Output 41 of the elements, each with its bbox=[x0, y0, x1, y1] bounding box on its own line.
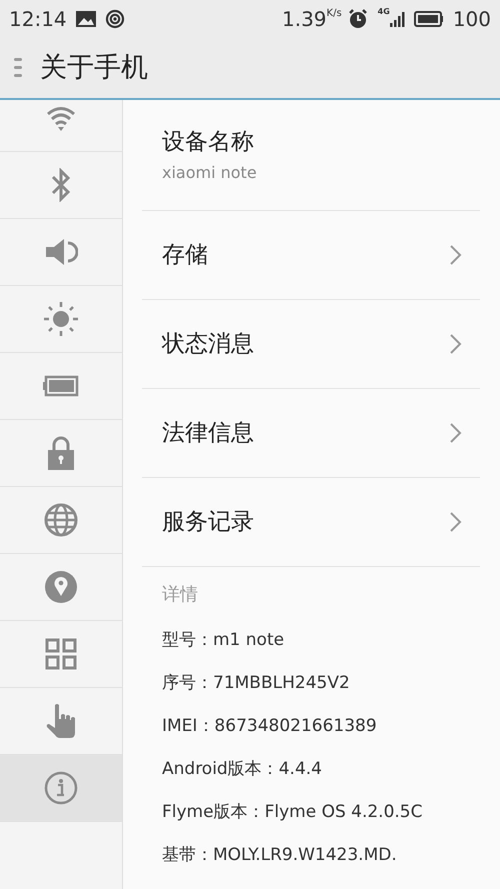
chevron-icon bbox=[450, 334, 462, 354]
sun-icon bbox=[43, 301, 79, 337]
detail-line: IMEI：867348021661389 bbox=[162, 715, 378, 738]
detail-line: 序号：71MBBLH245V2 bbox=[162, 672, 351, 695]
hotspot-icon bbox=[104, 9, 125, 29]
pointing-hand-icon bbox=[46, 703, 76, 739]
menu-icon[interactable] bbox=[14, 57, 22, 79]
sidebar-item[interactable] bbox=[0, 755, 122, 822]
alarm-icon bbox=[348, 9, 368, 29]
battery-icon bbox=[43, 375, 79, 397]
battery-status-icon bbox=[414, 11, 444, 27]
page-title: 关于手机 bbox=[40, 50, 148, 85]
signal-icon bbox=[390, 10, 406, 28]
wifi-icon bbox=[46, 105, 76, 131]
bluetooth-icon bbox=[51, 168, 71, 202]
globe-icon bbox=[44, 503, 78, 537]
info-icon bbox=[44, 771, 78, 805]
menu-row[interactable]: 状态消息 bbox=[142, 300, 480, 389]
device-name-label: 设备名称 bbox=[162, 128, 255, 157]
network-type: 4G bbox=[378, 6, 390, 18]
grid-icon bbox=[45, 638, 77, 670]
speed-unit: K/s bbox=[326, 7, 342, 21]
image-icon bbox=[74, 10, 97, 28]
detail-line: 基带：MOLY.LR9.W1423.MD. bbox=[162, 844, 398, 867]
location-pin-icon bbox=[44, 570, 78, 604]
menu-row[interactable]: 服务记录 bbox=[142, 478, 480, 567]
chevron-icon bbox=[450, 423, 462, 443]
speaker-icon bbox=[44, 237, 78, 267]
detail-line: 型号：m1 note bbox=[162, 629, 286, 652]
detail-line: Android版本：4.4.4 bbox=[162, 758, 323, 781]
status-time: 12:14 bbox=[9, 6, 67, 33]
network-speed: 1.39 bbox=[282, 6, 327, 33]
chevron-icon bbox=[450, 512, 462, 532]
detail-line: Flyme版本：Flyme OS 4.2.0.5C bbox=[162, 801, 424, 824]
device-name-value: xiaomi note bbox=[162, 162, 258, 184]
menu-row[interactable]: 存储 bbox=[142, 211, 480, 300]
chevron-icon bbox=[450, 245, 462, 265]
menu-row[interactable]: 法律信息 bbox=[142, 389, 480, 478]
section-heading: 详情 bbox=[162, 584, 198, 605]
battery-level: 100 bbox=[452, 6, 491, 33]
lock-icon bbox=[47, 436, 75, 470]
